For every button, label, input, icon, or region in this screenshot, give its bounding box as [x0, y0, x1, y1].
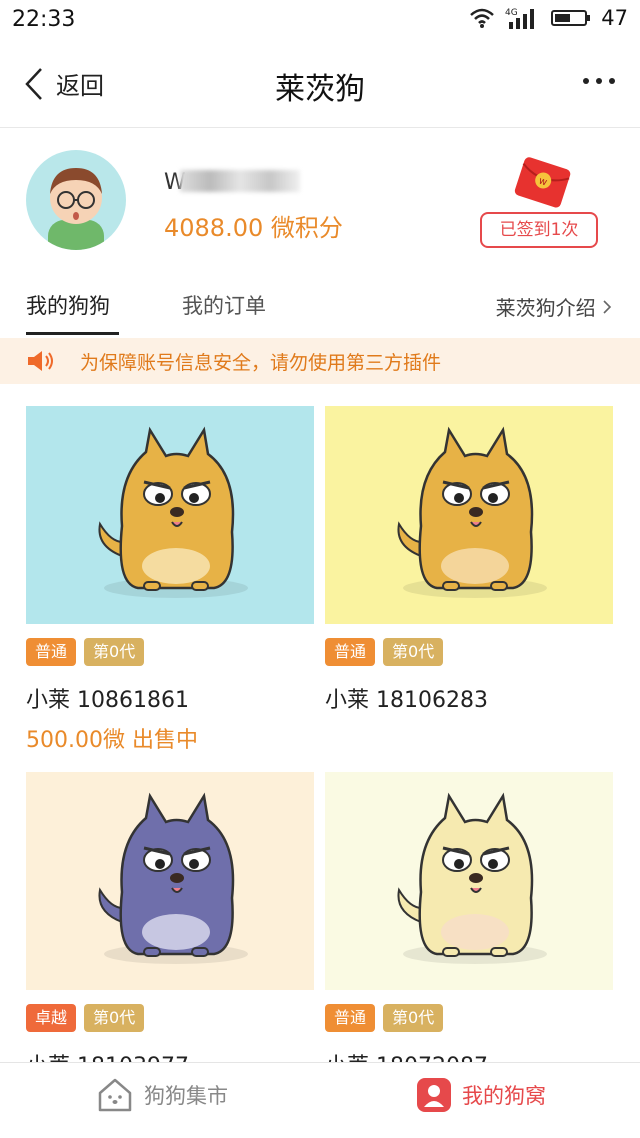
rarity-badge: 卓越 [26, 1004, 77, 1032]
generation-badge: 第0代 [84, 1004, 145, 1032]
user-icon [417, 1078, 451, 1112]
tab-my-kennel[interactable]: 我的狗窝 [416, 1077, 546, 1113]
dog-image [325, 772, 613, 990]
dog-card[interactable]: 普通 第0代 小莱 10861861 500.00微 出售中 [26, 406, 314, 753]
chevron-right-icon [603, 300, 612, 314]
dog-image [26, 772, 314, 990]
dog-price: 500.00微 出售中 [26, 728, 198, 753]
intro-link-label: 莱茨狗介绍 [495, 296, 596, 320]
dog-illustration [98, 792, 248, 964]
page-title: 莱茨狗 [275, 72, 365, 107]
dog-image [325, 406, 613, 624]
security-notice: 为保障账号信息安全，请勿使用第三方插件 [0, 338, 640, 384]
tab-dog-market-label: 狗狗集市 [144, 1084, 228, 1108]
avatar[interactable] [26, 150, 126, 250]
dog-house-icon [98, 1078, 132, 1112]
status-icons: 4G 47 [469, 6, 628, 30]
points-balance: 4088.00 微积分 [164, 214, 343, 242]
battery-level: 47 [601, 6, 628, 30]
dog-illustration [397, 426, 547, 598]
username-redacted [180, 170, 300, 192]
tab-my-dogs[interactable]: 我的狗狗 [26, 290, 110, 320]
dog-card[interactable]: 普通 第0代 小莱 18072087 [325, 772, 613, 1079]
tab-active-indicator [26, 332, 119, 335]
wifi-icon [470, 8, 495, 28]
dog-illustration [98, 426, 248, 598]
status-time: 22:33 [12, 7, 76, 32]
user-avatar-icon [48, 168, 104, 250]
status-bar: 22:33 4G 47 [0, 0, 640, 40]
tab-dog-market[interactable]: 狗狗集市 [96, 1077, 228, 1113]
dog-name: 小莱 10861861 [26, 688, 189, 713]
dog-card[interactable]: 卓越 第0代 小莱 18103977 [26, 772, 314, 1079]
tab-bar: 我的狗狗 我的订单 莱茨狗介绍 [0, 268, 640, 338]
dog-image [26, 406, 314, 624]
svg-text:4G: 4G [505, 8, 518, 18]
more-icon[interactable] [582, 66, 616, 96]
dog-name: 小莱 18106283 [325, 688, 488, 713]
red-envelope-icon[interactable]: w [506, 156, 576, 212]
bottom-tab-bar: 狗狗集市 我的狗窝 [0, 1062, 640, 1138]
intro-link[interactable]: 莱茨狗介绍 [496, 292, 612, 321]
rarity-badge: 普通 [325, 638, 376, 666]
nav-bar: 返回 莱茨狗 [0, 40, 640, 128]
notice-text: 为保障账号信息安全，请勿使用第三方插件 [80, 352, 442, 374]
profile-section: W 4088.00 微积分 w 已签到1次 [0, 128, 640, 268]
signin-button[interactable]: 已签到1次 [480, 212, 598, 248]
rarity-badge: 普通 [26, 638, 77, 666]
tab-my-orders[interactable]: 我的订单 [182, 290, 266, 320]
speaker-icon [28, 351, 53, 371]
tab-my-kennel-label: 我的狗窝 [462, 1084, 546, 1108]
generation-badge: 第0代 [84, 638, 145, 666]
dog-illustration [397, 792, 547, 964]
generation-badge: 第0代 [383, 1004, 444, 1032]
dog-card[interactable]: 普通 第0代 小莱 18106283 [325, 406, 613, 713]
battery-icon [551, 10, 591, 26]
signal-icon: 4G [505, 8, 535, 29]
generation-badge: 第0代 [383, 638, 444, 666]
rarity-badge: 普通 [325, 1004, 376, 1032]
